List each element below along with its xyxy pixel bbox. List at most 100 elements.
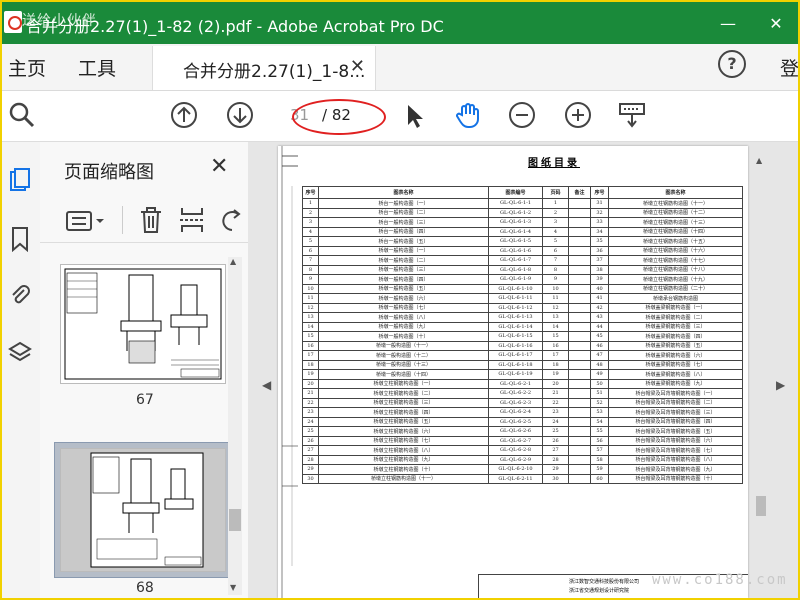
table-cell bbox=[568, 331, 591, 342]
close-window-button[interactable]: ✕ bbox=[754, 2, 798, 44]
select-cursor-icon[interactable] bbox=[400, 101, 428, 129]
table-cell: 桥台一般构造图（三） bbox=[318, 217, 489, 228]
bookmarks-icon[interactable] bbox=[8, 226, 32, 252]
table-row: 9 桥墩一般构造图（四） GL-QL-6-1-9 9 39 桥墩立柱钢筋构造图（十九） bbox=[302, 274, 743, 285]
previous-page-arrow-icon[interactable]: ◀ bbox=[262, 378, 271, 392]
table-cell: 26 bbox=[542, 435, 569, 446]
page-thumbnails-icon[interactable] bbox=[8, 168, 32, 194]
title-block-org: 浙江数智交通科技股份有限公司 bbox=[569, 579, 640, 585]
table-cell bbox=[568, 378, 591, 389]
rotate-page-icon[interactable] bbox=[220, 206, 244, 234]
table-cell: 桥墩盖梁钢筋构造图（六） bbox=[608, 350, 743, 361]
document-scrollbar[interactable]: ▲ bbox=[754, 156, 768, 556]
zoom-out-icon[interactable] bbox=[508, 101, 536, 129]
table-cell: 16 bbox=[302, 340, 319, 351]
table-cell: 6 bbox=[302, 245, 319, 256]
table-cell bbox=[568, 416, 591, 427]
table-row: 14 桥墩一般构造图（九） GL-QL-6-1-14 14 44 桥墩盖梁钢筋构造图（三） bbox=[302, 321, 743, 332]
table-row: 23 桥墩立柱钢筋构造图（四） GL-QL-6-2-4 23 53 桥台帽梁及耳背墙钢筋构… bbox=[302, 407, 743, 418]
table-cell: 8 bbox=[542, 264, 569, 275]
close-panel-icon[interactable]: ✕ bbox=[210, 154, 228, 179]
table-cell: 22 bbox=[302, 397, 319, 408]
attachments-icon[interactable] bbox=[8, 282, 32, 308]
table-cell: 32 bbox=[590, 207, 609, 218]
table-cell bbox=[568, 255, 591, 266]
table-cell: GL-QL-6-2-2 bbox=[488, 388, 543, 399]
doc-scrollbar-thumb[interactable] bbox=[756, 496, 766, 516]
scroll-down-icon[interactable]: ▼ bbox=[230, 583, 236, 592]
table-cell bbox=[568, 435, 591, 446]
table-cell: 51 bbox=[590, 388, 609, 399]
thumbnail-drawing-67 bbox=[64, 268, 222, 380]
document-tab[interactable]: 合并分册2.27(1)_1-8... ✕ bbox=[152, 46, 376, 90]
table-cell: 57 bbox=[590, 445, 609, 456]
table-cell: GL-QL-6-1-6 bbox=[488, 245, 543, 256]
next-page-arrow-icon[interactable]: ▶ bbox=[776, 378, 785, 392]
page-thumbnail-68[interactable] bbox=[60, 448, 226, 572]
table-cell: 27 bbox=[542, 445, 569, 456]
table-cell: 2 bbox=[302, 207, 319, 218]
table-row: 13 桥墩一般构造图（八） GL-QL-6-1-13 13 43 桥墩盖梁钢筋构造图（二） bbox=[302, 312, 743, 323]
close-tab-icon[interactable]: ✕ bbox=[350, 56, 365, 77]
table-cell: 桥台帽梁及耳背墙钢筋构造图（九） bbox=[608, 464, 743, 475]
table-cell: 桥墩立柱钢筋构造图（二十） bbox=[608, 283, 743, 294]
table-cell: 59 bbox=[590, 464, 609, 475]
next-page-icon[interactable] bbox=[226, 101, 254, 129]
table-cell bbox=[568, 264, 591, 275]
keyboard-scroll-icon[interactable] bbox=[618, 101, 646, 129]
table-cell: 桥墩立柱钢筋构造图（十一） bbox=[608, 198, 743, 209]
table-cell: 3 bbox=[302, 217, 319, 228]
red-highlight-ellipse bbox=[292, 99, 386, 135]
layers-icon[interactable] bbox=[8, 340, 32, 366]
table-cell: 5 bbox=[302, 236, 319, 247]
table-cell bbox=[568, 302, 591, 313]
table-cell: 60 bbox=[590, 473, 609, 484]
table-header-row: 序号 图表名称 图表编号 页码 备注 序号 图表名称 bbox=[302, 186, 743, 199]
table-cell bbox=[568, 426, 591, 437]
table-cell bbox=[568, 445, 591, 456]
table-row: 29 桥墩立柱钢筋构造图（十） GL-QL-6-2-10 29 59 桥台帽梁及耳背墙钢筋… bbox=[302, 464, 743, 475]
table-cell bbox=[568, 226, 591, 237]
hand-tool-icon[interactable] bbox=[454, 101, 482, 129]
table-cell: 桥墩盖梁钢筋构造图（八） bbox=[608, 369, 743, 380]
options-menu-icon[interactable] bbox=[66, 210, 106, 232]
thumbnails-scrollbar[interactable]: ▲ ▼ bbox=[228, 257, 242, 595]
page-thumbnail-67[interactable] bbox=[60, 264, 226, 384]
delete-page-icon[interactable] bbox=[138, 206, 164, 234]
table-cell: GL-QL-6-1-18 bbox=[488, 359, 543, 370]
table-header-cell: 序号 bbox=[302, 186, 319, 199]
thumbnail-drawing-68 bbox=[61, 449, 225, 571]
help-icon[interactable]: ? bbox=[718, 50, 746, 78]
table-cell: 桥墩一般构造图（四） bbox=[318, 274, 489, 285]
table-cell: 36 bbox=[590, 245, 609, 256]
table-cell: GL-QL-6-2-3 bbox=[488, 397, 543, 408]
table-row: 27 桥墩立柱钢筋构造图（八） GL-QL-6-2-8 27 57 桥台帽梁及耳背墙钢筋构… bbox=[302, 445, 743, 456]
table-cell: GL-QL-6-2-11 bbox=[488, 473, 543, 484]
previous-page-icon[interactable] bbox=[170, 101, 198, 129]
scrollbar-thumb[interactable] bbox=[229, 509, 241, 531]
table-row: 15 桥墩一般构造图（十） GL-QL-6-1-15 15 45 桥墩盖梁钢筋构造图（四） bbox=[302, 331, 743, 342]
extract-pages-icon[interactable] bbox=[178, 206, 206, 234]
acrobat-logo-icon bbox=[4, 11, 22, 33]
home-menu[interactable]: 主页 bbox=[8, 54, 46, 81]
scroll-up-icon[interactable]: ▲ bbox=[230, 257, 236, 266]
table-cell: 桥墩立柱钢筋构造图（十八） bbox=[608, 264, 743, 275]
zoom-in-icon[interactable] bbox=[564, 101, 592, 129]
table-cell: 29 bbox=[542, 464, 569, 475]
search-icon[interactable] bbox=[8, 101, 36, 129]
drawing-index-title: 图纸目录 bbox=[528, 158, 580, 169]
login-link[interactable]: 登 bbox=[780, 54, 798, 81]
table-cell bbox=[568, 397, 591, 408]
minimize-button[interactable]: — bbox=[706, 2, 750, 44]
table-cell: 桥墩一般构造图（三） bbox=[318, 264, 489, 275]
table-cell: GL-QL-6-2-9 bbox=[488, 454, 543, 465]
table-cell: 12 bbox=[302, 302, 319, 313]
tools-menu[interactable]: 工具 bbox=[78, 54, 116, 81]
table-cell: 11 bbox=[302, 293, 319, 304]
table-cell: 26 bbox=[302, 435, 319, 446]
table-cell: GL-QL-6-1-5 bbox=[488, 236, 543, 247]
table-cell: 21 bbox=[542, 388, 569, 399]
table-cell: 25 bbox=[302, 426, 319, 437]
doc-scroll-up-icon[interactable]: ▲ bbox=[756, 156, 762, 165]
navigation-rail bbox=[2, 142, 41, 598]
